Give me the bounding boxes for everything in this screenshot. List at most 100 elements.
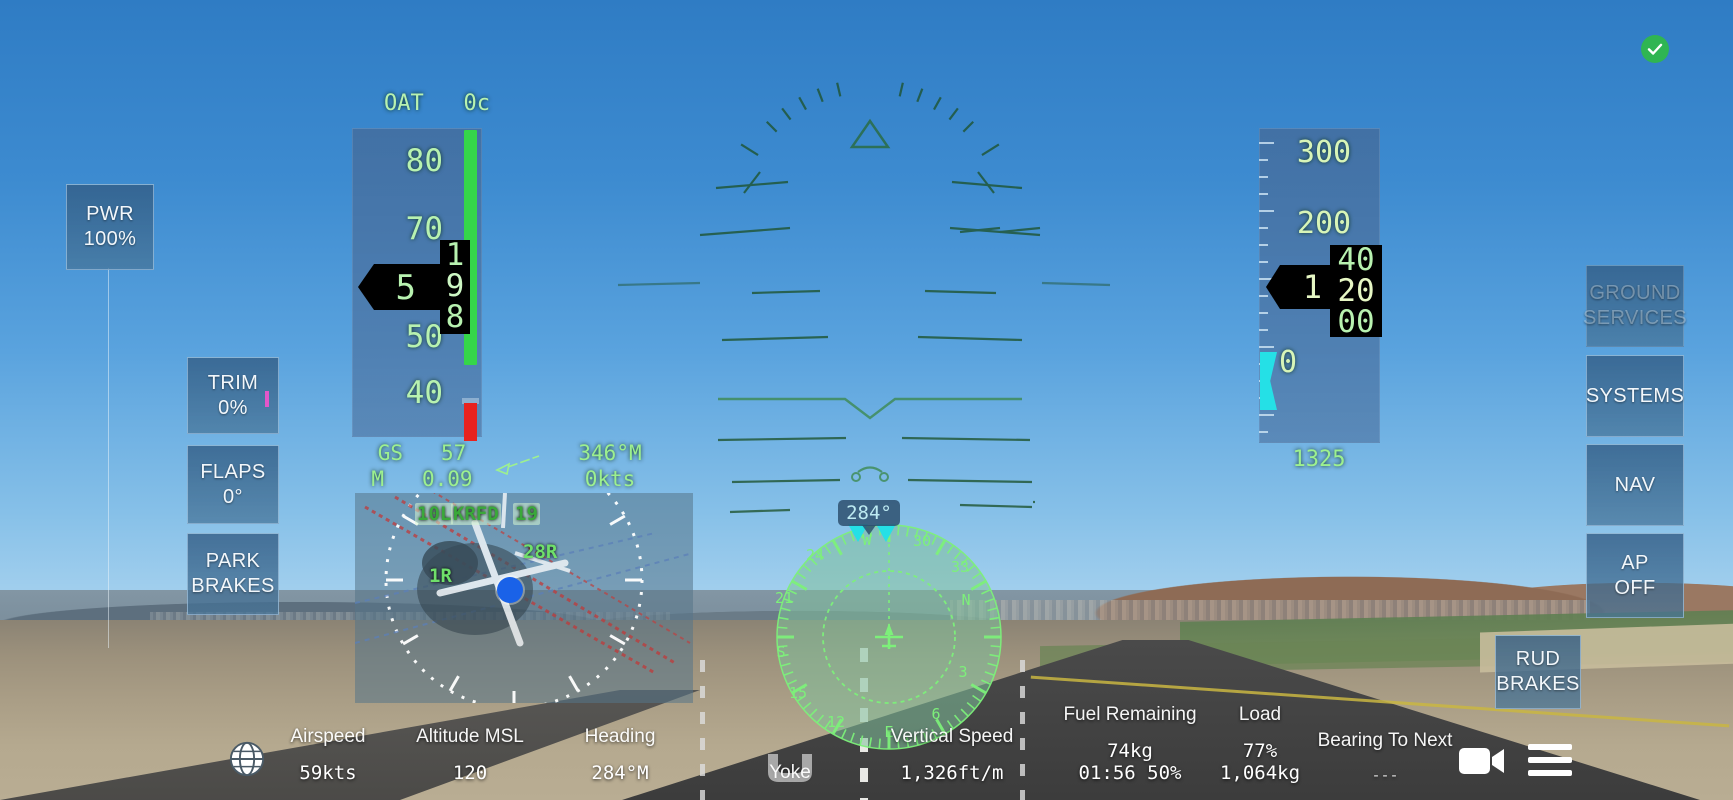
- trim-position-marker: [265, 391, 269, 407]
- compass-label-15: 15: [789, 684, 807, 702]
- altitude-tick-200: 200: [1296, 206, 1352, 241]
- power-button[interactable]: PWR 100%: [66, 184, 154, 270]
- compass-label-s: S: [776, 643, 785, 661]
- throttle-track[interactable]: [108, 268, 109, 648]
- moving-map[interactable]: 10L KRFD 19 28R 1R: [355, 493, 693, 703]
- ground-services-label-1: GROUND: [1589, 282, 1681, 304]
- status-value-airspeed: 59kts: [299, 762, 357, 784]
- map-label-1r: 1R: [429, 565, 452, 587]
- autopilot-label-1: AP: [1621, 551, 1649, 574]
- status-item-heading: Heading 284°M: [555, 726, 685, 784]
- barometric-setting: 1325: [1292, 447, 1346, 472]
- airspeed-tick-70: 70: [405, 211, 443, 247]
- compass-label-n: N: [961, 591, 970, 609]
- airspeed-tick-40: 40: [405, 375, 443, 411]
- compass-label-24: 24: [806, 546, 824, 564]
- map-ownship-marker: [497, 577, 523, 603]
- systems-label: SYSTEMS: [1585, 384, 1685, 407]
- systems-button[interactable]: SYSTEMS: [1586, 355, 1684, 437]
- status-item-airspeed: Airspeed 59kts: [268, 726, 388, 784]
- camera-icon[interactable]: [1459, 744, 1505, 778]
- trim-value: 0%: [218, 396, 248, 419]
- wind-arrow-icon: [495, 455, 540, 476]
- flaps-button[interactable]: FLAPS 0°: [187, 445, 279, 524]
- mach-row: M 0.09: [352, 466, 492, 492]
- ground-services-button[interactable]: GROUND SERVICES: [1583, 265, 1687, 347]
- menu-bar-3: [1528, 770, 1572, 776]
- altitude-tick-0: 0: [1278, 345, 1298, 380]
- nav-button[interactable]: NAV: [1586, 444, 1684, 526]
- airspeed-red-band: [464, 403, 477, 441]
- altitude-roller-next: 00: [1337, 304, 1375, 338]
- park-brakes-label-1: PARK: [205, 550, 261, 572]
- compass-label-21: 21: [775, 589, 793, 607]
- wind-block: 346°M 0kts: [540, 440, 680, 492]
- oat-readout: OAT 0c: [372, 91, 502, 116]
- heading-bug-readout[interactable]: 284°: [838, 500, 900, 535]
- simulator-viewport: OAT 0c 80 70 50 40 5 1 9 8 GS 57 M 0.09: [0, 0, 1733, 800]
- autopilot-button[interactable]: AP OFF: [1586, 533, 1684, 618]
- trim-label: TRIM: [207, 371, 259, 394]
- map-label-19: 19: [513, 503, 540, 525]
- status-label-load: Load: [1238, 704, 1282, 725]
- airspeed-tick-50: 50: [405, 319, 443, 355]
- airspeed-roller-next: 8: [445, 299, 465, 334]
- trim-button[interactable]: TRIM 0%: [187, 357, 279, 434]
- oat-label: OAT: [384, 91, 424, 116]
- groundspeed-value: 57: [440, 441, 467, 465]
- compass-label-33: 33: [951, 558, 969, 576]
- autopilot-label-2: OFF: [1614, 576, 1656, 599]
- compass-label-3: 3: [958, 663, 967, 681]
- ground-services-label-2: SERVICES: [1583, 307, 1687, 329]
- airspeed-rolling-digits: 1 9 8: [440, 240, 470, 334]
- status-label-airspeed: Airspeed: [290, 726, 366, 747]
- hamburger-menu-icon[interactable]: [1528, 744, 1572, 777]
- rudder-brakes-button[interactable]: RUD BRAKES: [1495, 635, 1581, 709]
- status-value-altitude: 120: [452, 762, 488, 784]
- map-label-krfd: KRFD: [451, 503, 501, 525]
- oat-value: 0c: [463, 91, 491, 116]
- altitude-roller-current: 20: [1337, 273, 1375, 309]
- bottom-status-bar: Airspeed 59kts Altitude MSL 120 Heading …: [0, 704, 1733, 800]
- wind-speed: 0kts: [584, 467, 636, 491]
- airspeed-roller-current: 9: [445, 268, 465, 304]
- status-label-heading: Heading: [584, 726, 656, 747]
- status-item-altitude: Altitude MSL 120: [390, 726, 550, 784]
- map-label-10l: 10L: [415, 503, 454, 525]
- flaps-label: FLAPS: [200, 460, 266, 483]
- altitude-tick-300: 300: [1296, 135, 1352, 170]
- mach-label: M: [371, 467, 385, 491]
- altitude-rolling-digits: 40 20 00: [1330, 245, 1382, 337]
- menu-bar-2: [1528, 757, 1572, 763]
- status-value-heading: 284°M: [591, 762, 649, 784]
- mach-value: 0.09: [422, 467, 473, 491]
- flaps-value: 0°: [223, 485, 243, 508]
- groundspeed-label: GS: [377, 441, 404, 465]
- park-brakes-label-2: BRAKES: [191, 575, 275, 597]
- globe-icon[interactable]: [228, 740, 266, 778]
- airspeed-pointer-icon: [358, 264, 374, 310]
- wind-direction: 346°M: [578, 441, 642, 465]
- menu-bar-1: [1528, 744, 1572, 750]
- heading-bug-right-icon: [876, 524, 896, 542]
- power-label: PWR: [86, 203, 134, 225]
- airspeed-roller-prev: 1: [445, 240, 465, 273]
- park-brakes-button[interactable]: PARK BRAKES: [187, 533, 279, 615]
- airspeed-tick-80: 80: [405, 143, 443, 179]
- status-label-altitude: Altitude MSL: [416, 726, 524, 747]
- altitude-roller-prev: 40: [1337, 245, 1375, 278]
- power-value: 100%: [83, 228, 137, 250]
- altitude-pointer-icon: [1266, 265, 1280, 309]
- yoke-icon[interactable]: [764, 750, 816, 786]
- compass-label-30: 30: [913, 532, 931, 550]
- groundspeed-row: GS 57: [352, 440, 492, 466]
- nav-label: NAV: [1614, 473, 1656, 496]
- rudder-brakes-label-2: BRAKES: [1496, 673, 1580, 695]
- map-label-28r: 28R: [523, 541, 558, 563]
- groundspeed-mach-block: GS 57 M 0.09: [352, 440, 492, 492]
- airspeed-major-digits: 5: [395, 268, 416, 308]
- check-circle-icon[interactable]: [1641, 35, 1669, 63]
- rudder-brakes-label-1: RUD: [1515, 648, 1561, 670]
- checkmark-glyph: [1647, 43, 1663, 55]
- altitude-major-digits: 1: [1302, 268, 1322, 306]
